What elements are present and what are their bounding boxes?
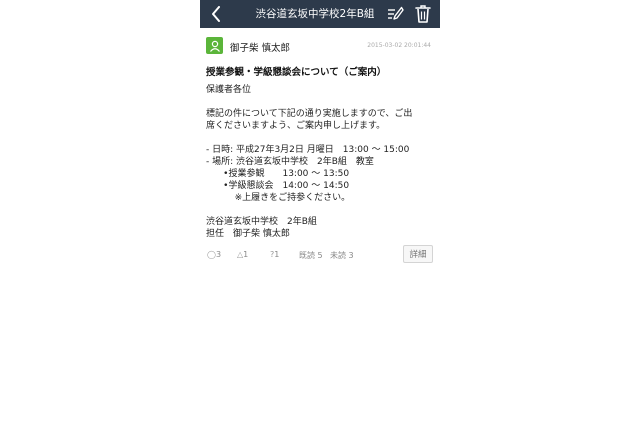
post-header: 御子柴 慎太郎 2015-03-02 20:01:44 [200, 28, 440, 58]
post-timestamp: 2015-03-02 20:01:44 [367, 42, 431, 49]
avatar[interactable] [206, 37, 223, 54]
post-body-line: ※上履きをご持参ください。 [206, 193, 351, 203]
unread-count: 未読 3 [330, 251, 354, 260]
post-body: 保護者各位標記の件について下記の通り実施しますので、ご出 席くださいますよう、ご案… [206, 84, 440, 240]
circle-icon: ◯ [207, 250, 216, 259]
post-body-line: - 日時: 平成27年3月2日 月曜日 13:00 ～ 15:00 [206, 145, 410, 155]
post-body-line: - 場所: 渋谷道玄坂中学校 2年B組 教室 [206, 157, 374, 167]
triangle-response-count[interactable]: △1 [237, 250, 248, 259]
app-screen: 渋谷道玄坂中学校2年B組 御子柴 慎太郎 2015-03-02 20:01:44… [200, 0, 440, 426]
post-body-line: 担任 御子柴 慎太郎 [206, 229, 290, 239]
page-title: 渋谷道玄坂中学校2年B組 [255, 8, 375, 20]
post: 御子柴 慎太郎 2015-03-02 20:01:44 授業参観・学級懇談会につ… [200, 28, 440, 240]
post-title: 授業参観・学級懇談会について（ご案内） [206, 67, 387, 78]
detail-button[interactable]: 詳細 [403, 245, 433, 263]
post-body-line: 席くださいますよう、ご案内申し上げます。 [206, 121, 386, 131]
post-body-line: •授業参観 13:00 ～ 13:50 [206, 169, 350, 179]
author-name: 御子柴 慎太郎 [230, 43, 291, 54]
post-body-line [206, 204, 440, 216]
navigation-bar: 渋谷道玄坂中学校2年B組 [200, 0, 440, 28]
post-body-line [206, 96, 440, 108]
read-count: 既読 5 [299, 251, 323, 260]
trash-icon [415, 5, 431, 23]
back-button[interactable] [206, 4, 226, 24]
delete-button[interactable] [414, 4, 432, 24]
edit-icon [388, 6, 404, 20]
question-response-count[interactable]: ?1 [270, 250, 279, 259]
post-body-line: •学級懇談会 14:00 ～ 14:50 [206, 181, 350, 191]
post-body-line: 渋谷道玄坂中学校 2年B組 [206, 217, 317, 227]
chevron-left-icon [212, 6, 220, 22]
post-body-line: 標記の件について下記の通り実施しますので、ご出 [206, 109, 413, 119]
circle-response-count[interactable]: ◯3 [207, 250, 221, 259]
post-body-line: 保護者各位 [206, 85, 252, 95]
edit-button[interactable] [386, 5, 404, 23]
post-body-line [206, 132, 440, 144]
user-icon [209, 40, 220, 52]
post-footer: ◯3 △1 ?1 既読 5 未読 3 詳細 [200, 244, 440, 268]
